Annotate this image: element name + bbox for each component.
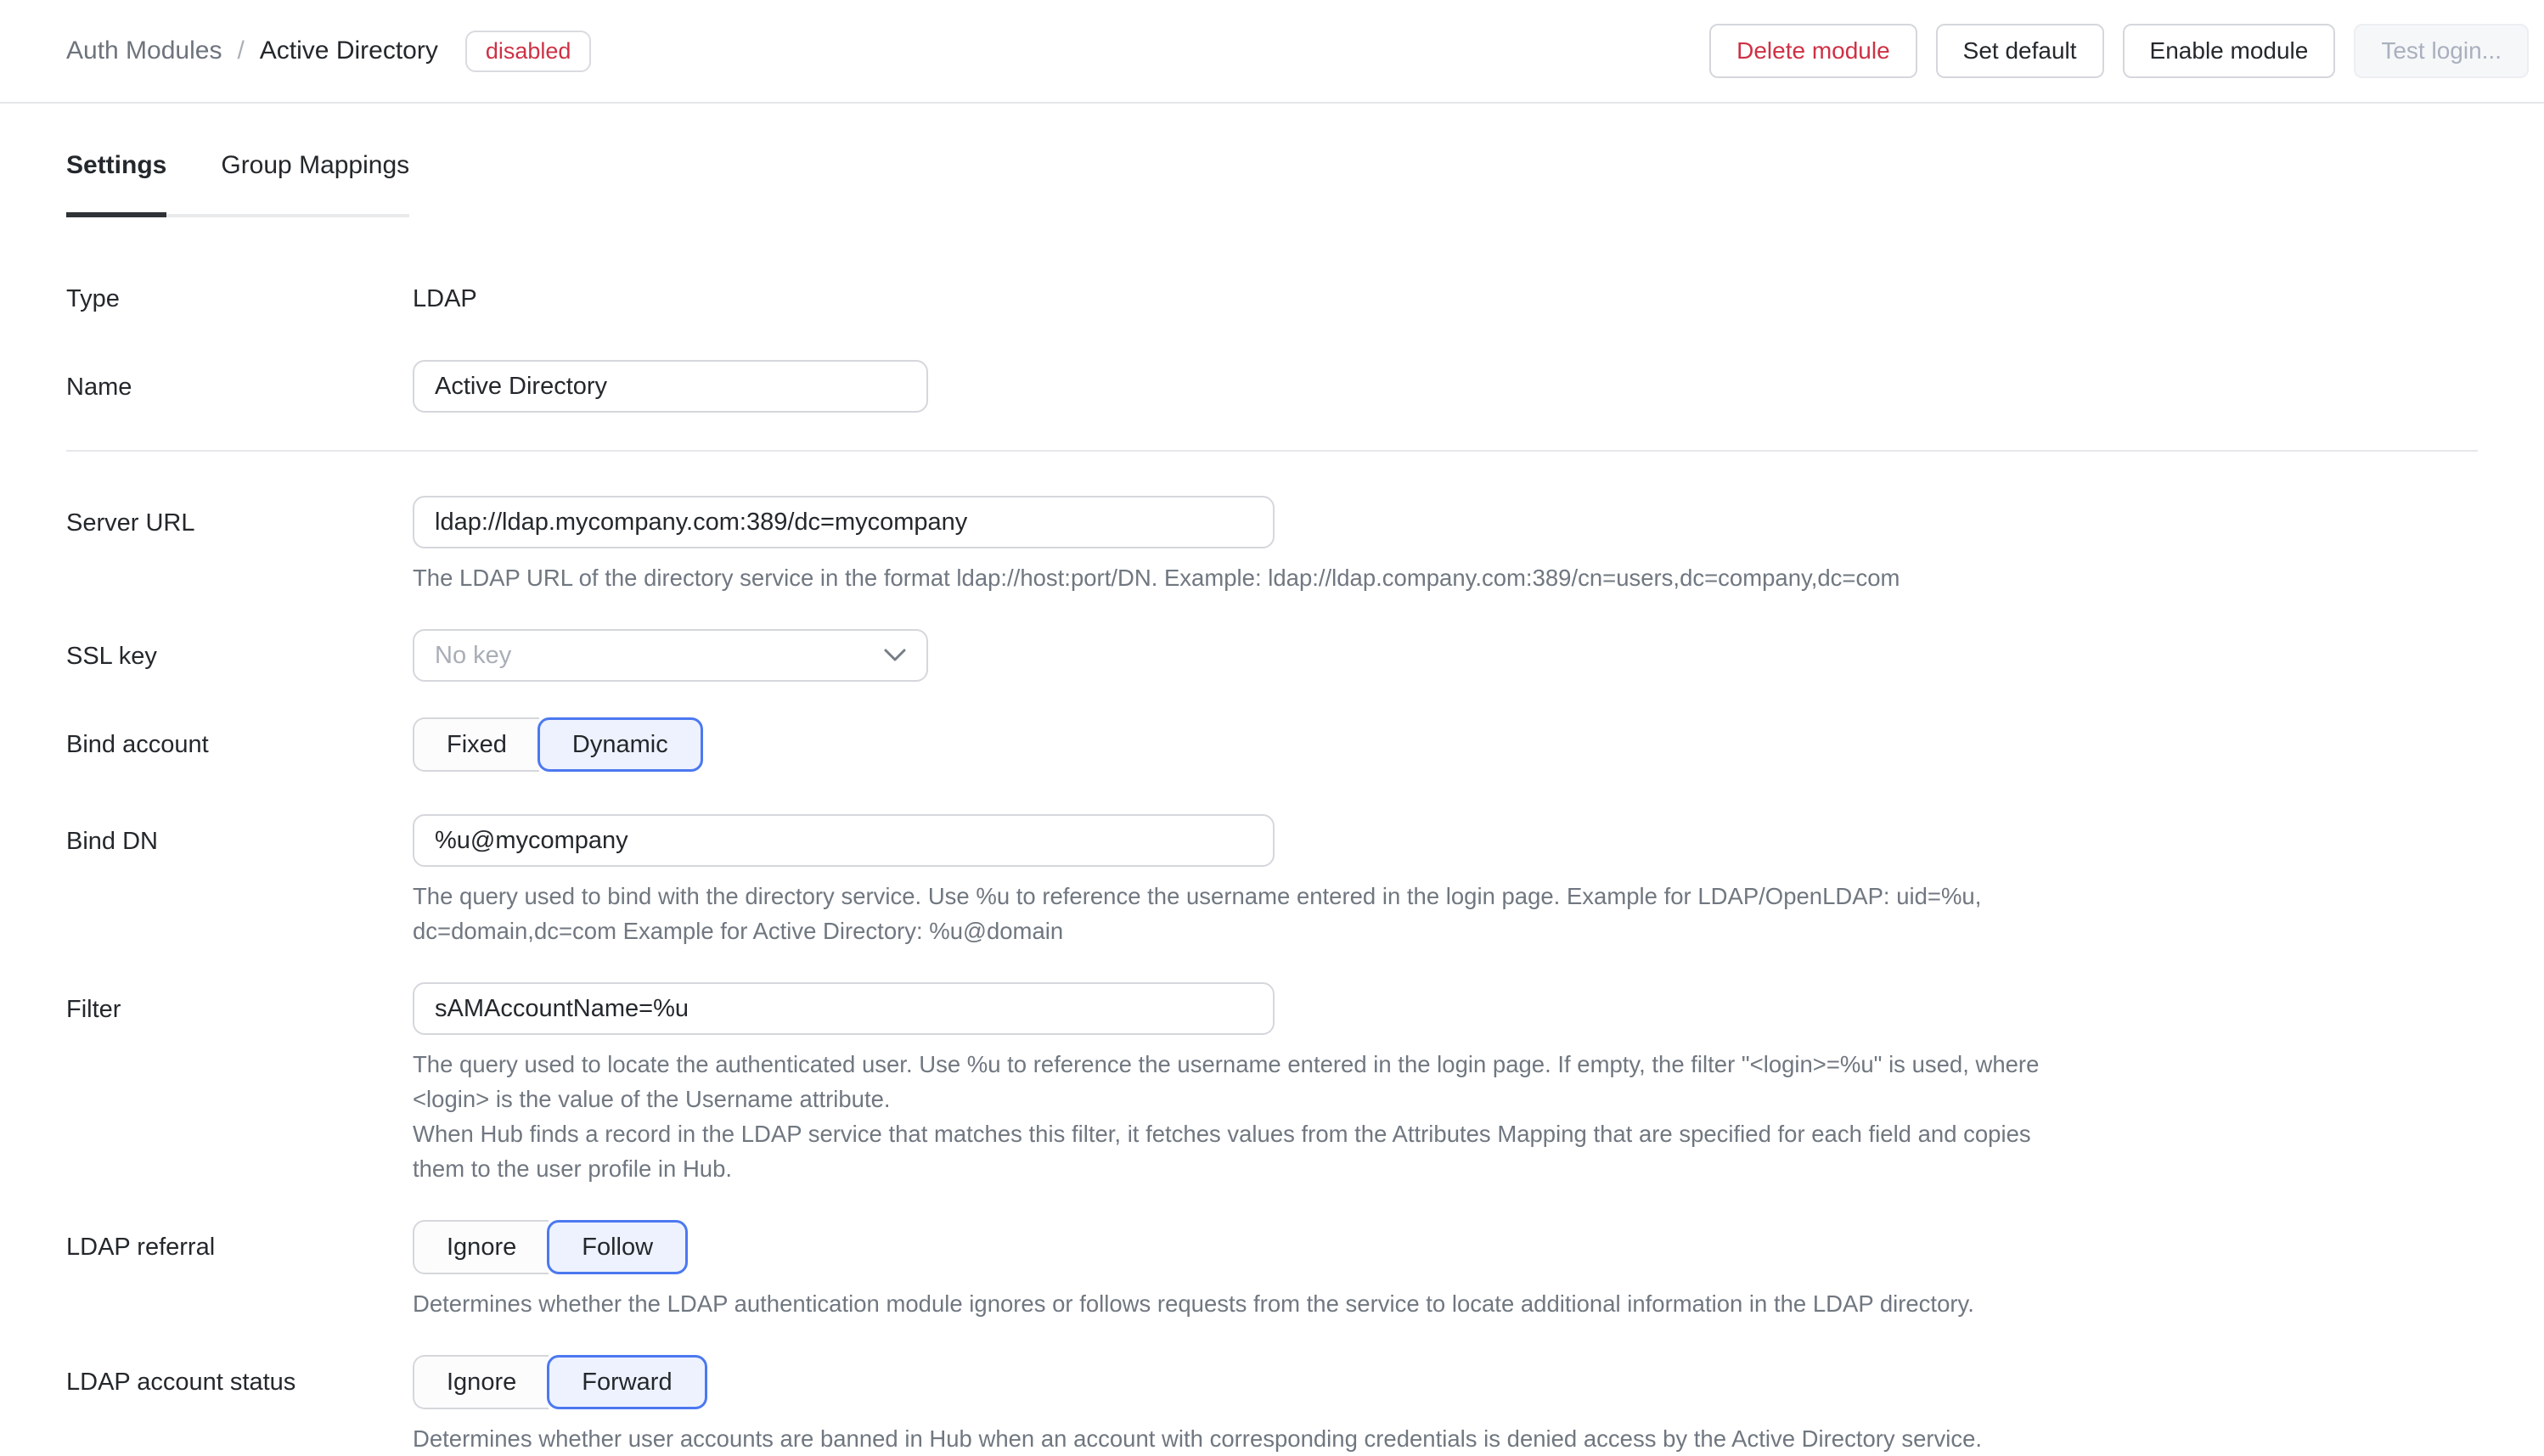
ldap-referral-option-ignore[interactable]: Ignore [413,1220,549,1274]
name-input[interactable] [413,360,928,413]
tab-bar: Settings Group Mappings [66,151,409,217]
server-url-input[interactable] [413,496,1275,548]
breadcrumb-auth-modules-link[interactable]: Auth Modules [66,37,222,65]
name-label: Name [66,360,413,414]
bind-account-row: Bind account Fixed Dynamic [66,717,2478,772]
ldap-account-status-option-forward[interactable]: Forward [547,1355,706,1409]
bind-dn-input[interactable] [413,814,1275,867]
type-row: Type LDAP [66,272,2478,326]
delete-module-button[interactable]: Delete module [1709,24,1917,78]
tab-group-mappings[interactable]: Group Mappings [221,151,409,214]
ssl-key-row: SSL key No key [66,629,2478,683]
filter-help: The query used to locate the authenticat… [413,1047,2468,1186]
bind-account-label: Bind account [66,717,413,772]
status-badge-disabled: disabled [465,31,592,72]
ldap-account-status-toggle: Ignore Forward [413,1355,707,1409]
header-actions: Delete module Set default Enable module … [1709,24,2529,78]
name-row: Name [66,360,2478,414]
ldap-account-status-option-ignore[interactable]: Ignore [413,1355,549,1409]
ldap-account-status-row: LDAP account status Ignore Forward Deter… [66,1355,2478,1456]
page-title: Active Directory [260,37,438,65]
page-header: Auth Modules / Active Directory disabled… [0,0,2544,104]
breadcrumb-separator: / [237,37,244,65]
bind-dn-row: Bind DN The query used to bind with the … [66,814,2478,948]
set-default-button[interactable]: Set default [1936,24,2104,78]
ldap-referral-help: Determines whether the LDAP authenticati… [413,1286,2468,1321]
settings-form: Type LDAP Name Server URL The LDAP URL o… [66,272,2478,1456]
server-url-help: The LDAP URL of the directory service in… [413,560,2468,595]
tab-settings[interactable]: Settings [66,151,166,214]
bind-account-toggle: Fixed Dynamic [413,717,703,772]
ssl-key-select[interactable]: No key [413,629,928,682]
type-value: LDAP [413,272,2478,326]
bind-dn-label: Bind DN [66,814,413,869]
ldap-referral-option-follow[interactable]: Follow [547,1220,688,1274]
filter-input[interactable] [413,982,1275,1035]
bind-dn-help: The query used to bind with the director… [413,879,2468,948]
bind-account-option-fixed[interactable]: Fixed [413,717,539,772]
chevron-down-icon [884,649,906,662]
enable-module-button[interactable]: Enable module [2123,24,2336,78]
filter-label: Filter [66,982,413,1037]
bind-account-option-dynamic[interactable]: Dynamic [538,717,703,772]
test-login-button: Test login... [2354,24,2529,78]
ldap-account-status-help: Determines whether user accounts are ban… [413,1421,2468,1456]
ssl-key-selected-value: No key [435,642,884,670]
server-url-label: Server URL [66,496,413,550]
ldap-referral-toggle: Ignore Follow [413,1220,688,1274]
filter-row: Filter The query used to locate the auth… [66,982,2478,1186]
main-content: Settings Group Mappings Type LDAP Name S… [0,104,2544,1456]
ldap-referral-label: LDAP referral [66,1220,413,1274]
server-url-row: Server URL The LDAP URL of the directory… [66,496,2478,595]
ldap-referral-row: LDAP referral Ignore Follow Determines w… [66,1220,2478,1321]
ldap-account-status-label: LDAP account status [66,1355,413,1409]
type-label: Type [66,272,413,326]
breadcrumb: Auth Modules / Active Directory disabled [66,31,591,72]
ssl-key-label: SSL key [66,629,413,683]
section-divider [66,450,2478,452]
